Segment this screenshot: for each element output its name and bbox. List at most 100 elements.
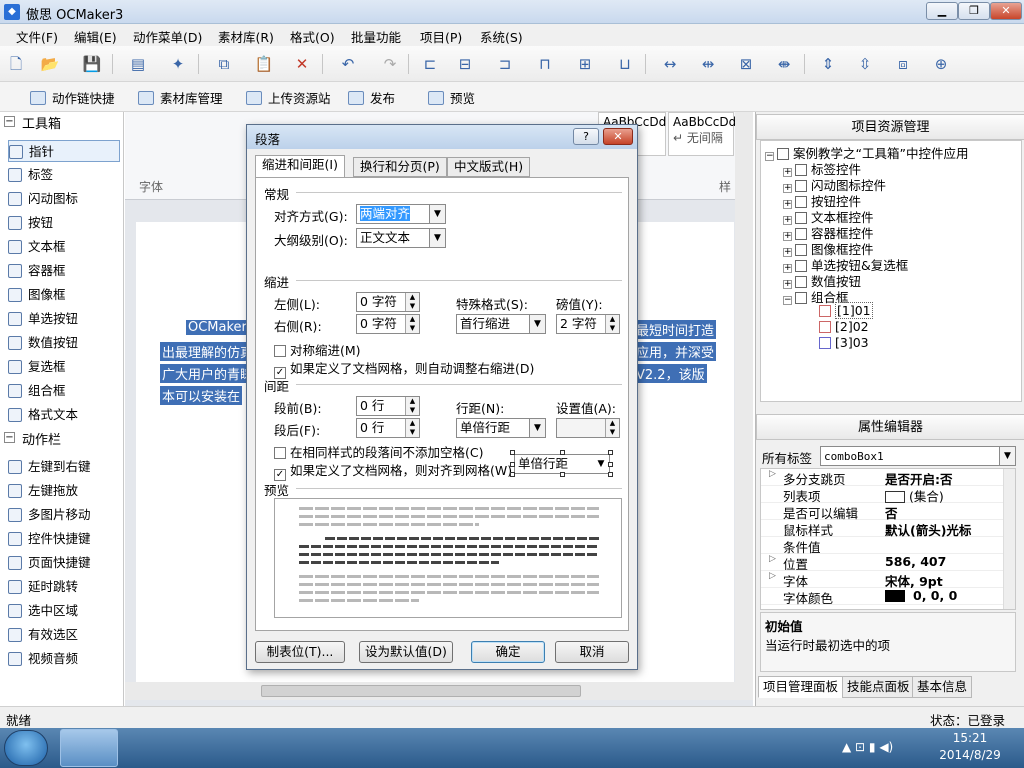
- action-valid-region[interactable]: 有效选区: [8, 624, 120, 646]
- property-grid[interactable]: ▷ 多分支跳页 是否开启:否 列表项 (集合) 是否可以编辑否 鼠标样式 默认(箭头)光…: [760, 468, 1016, 610]
- prop-row-cursor[interactable]: 鼠标样式 默认(箭头)光标: [761, 520, 1003, 538]
- resource-tree[interactable]: − 案例教学之“工具箱”中控件应用 + 标签控件 + 闪动图标控件 + 按钮控件 + 文本…: [760, 140, 1022, 402]
- mirror-indent-checkbox[interactable]: 对称缩进(M): [274, 340, 361, 359]
- redo-icon[interactable]: ↷: [380, 54, 400, 74]
- line-spacing-select[interactable]: 单倍行距 ▼: [456, 418, 546, 438]
- delete-icon[interactable]: ✕: [292, 54, 312, 74]
- property-scrollbar[interactable]: [1003, 469, 1015, 609]
- dialog-close-button[interactable]: ✕: [603, 128, 633, 145]
- no-space-same-style-checkbox[interactable]: 在相同样式的段落间不添加空格(C): [274, 442, 483, 461]
- menu-file[interactable]: 文件(F): [16, 27, 58, 46]
- spacing-at-input[interactable]: ▲ ▼: [556, 418, 620, 438]
- menu-system[interactable]: 系统(S): [480, 27, 523, 46]
- align-top-icon[interactable]: ⊓: [535, 54, 555, 74]
- tab-indent-spacing[interactable]: 缩进和间距(I): [255, 155, 345, 178]
- tool-textbox[interactable]: 文本框: [8, 236, 120, 258]
- bring-front-icon[interactable]: ⧈: [893, 54, 913, 74]
- space-after-input[interactable]: 0 行 ▲ ▼: [356, 418, 420, 438]
- clock[interactable]: 15:21 2014/8/29: [922, 730, 1018, 764]
- minimize-button[interactable]: ▁: [926, 2, 958, 20]
- tool-flash-icon[interactable]: 闪动图标: [8, 188, 120, 210]
- resize-handle[interactable]: [510, 450, 515, 455]
- copy-icon[interactable]: ⧉: [214, 54, 234, 74]
- action-page-hotkey[interactable]: 页面快捷键: [8, 552, 120, 574]
- help-button[interactable]: ?: [573, 128, 599, 145]
- tab-asian-typography[interactable]: 中文版式(H): [447, 157, 531, 177]
- tool-combobox[interactable]: 组合框: [8, 380, 120, 402]
- actions-header[interactable]: − 动作栏: [0, 428, 124, 448]
- v-distribute-icon[interactable]: ⇕: [818, 54, 838, 74]
- prop-row-condition[interactable]: 条件值: [761, 537, 1003, 555]
- tab-basic-info[interactable]: 基本信息: [912, 676, 973, 698]
- prop-row-multibranch[interactable]: ▷ 多分支跳页 是否开启:否: [761, 469, 1003, 487]
- align-center-icon[interactable]: ⊟: [455, 54, 475, 74]
- canvas-horizontal-scrollbar[interactable]: [125, 682, 753, 700]
- tool-image[interactable]: 图像框: [8, 284, 120, 306]
- tool-button[interactable]: 按钮: [8, 212, 120, 234]
- new-file-icon[interactable]: 🗋: [6, 54, 26, 74]
- start-button[interactable]: [4, 730, 48, 766]
- alignment-select[interactable]: 两端对齐 ▼: [356, 204, 446, 224]
- action-delay-jump[interactable]: 延时跳转: [8, 576, 120, 598]
- same-width-icon[interactable]: ↔: [660, 54, 680, 74]
- library-manage-button[interactable]: 素材库管理: [138, 88, 223, 107]
- paste-icon[interactable]: 📋: [254, 54, 274, 74]
- tab-line-page-breaks[interactable]: 换行和分页(P): [353, 157, 447, 177]
- outline-level-select[interactable]: 正文文本 ▼: [356, 228, 446, 248]
- send-back-icon[interactable]: ⊕: [931, 54, 951, 74]
- tab-project-panel[interactable]: 项目管理面板: [758, 676, 844, 698]
- action-chain-shortcut-button[interactable]: 动作链快捷: [30, 88, 115, 107]
- action-drag-drop[interactable]: 左键拖放: [8, 480, 120, 502]
- prop-row-editable[interactable]: 是否可以编辑否: [761, 503, 1003, 521]
- tab-skill-panel[interactable]: 技能点面板: [842, 676, 915, 698]
- tool-pointer[interactable]: 指针: [8, 140, 120, 162]
- tool-numeric[interactable]: 数值按钮: [8, 332, 120, 354]
- same-size-icon[interactable]: ⊠: [736, 54, 756, 74]
- page-icon[interactable]: ▤: [128, 54, 148, 74]
- v-spacing-icon[interactable]: ⇳: [855, 54, 875, 74]
- preview-button[interactable]: 预览: [428, 88, 475, 107]
- tool-container[interactable]: 容器框: [8, 260, 120, 282]
- designer-combobox[interactable]: 单倍行距 ▼: [514, 454, 610, 474]
- prop-row-position[interactable]: ▷ 位置 586, 407: [761, 554, 1003, 572]
- menu-batch[interactable]: 批量功能: [351, 27, 401, 46]
- tree-leaf-3[interactable]: [3]03: [819, 335, 869, 350]
- resize-handle[interactable]: [608, 472, 613, 477]
- tool-richtext[interactable]: 格式文本: [8, 404, 120, 426]
- resize-handle[interactable]: [608, 462, 613, 467]
- tool-label[interactable]: 标签: [8, 164, 120, 186]
- maximize-button[interactable]: ❐: [958, 2, 990, 20]
- publish-button[interactable]: 发布: [348, 88, 395, 107]
- special-format-select[interactable]: 首行缩进 ▼: [456, 314, 546, 334]
- indent-by-input[interactable]: 2 字符 ▲ ▼: [556, 314, 620, 334]
- close-button[interactable]: ✕: [990, 2, 1022, 20]
- canvas-vertical-scrollbar[interactable]: [735, 112, 753, 682]
- auto-adjust-indent-checkbox[interactable]: ✓ 如果定义了文档网格，则自动调整右缩进(D): [274, 358, 534, 379]
- menu-format[interactable]: 格式(O): [290, 27, 335, 46]
- resize-handle[interactable]: [510, 472, 515, 477]
- right-indent-input[interactable]: 0 字符 ▲ ▼: [356, 314, 420, 334]
- tool-radio[interactable]: 单选按钮: [8, 308, 120, 330]
- scroll-thumb[interactable]: [261, 685, 581, 697]
- action-select-region[interactable]: 选中区域: [8, 600, 120, 622]
- tree-leaf-1[interactable]: [1]01: [819, 302, 873, 319]
- resize-handle[interactable]: [560, 450, 565, 455]
- action-left-to-right[interactable]: 左键到右键: [8, 456, 120, 478]
- align-right-icon[interactable]: ⊐: [495, 54, 515, 74]
- upload-resource-button[interactable]: 上传资源站: [246, 88, 331, 107]
- prop-row-items[interactable]: 列表项 (集合): [761, 486, 1003, 504]
- puzzle-icon[interactable]: ✦: [168, 54, 188, 74]
- tool-checkbox[interactable]: 复选框: [8, 356, 120, 378]
- toolbox-header[interactable]: − 工具箱: [0, 112, 124, 132]
- tabs-button[interactable]: 制表位(T)...: [255, 641, 345, 663]
- h-spacing-icon[interactable]: ⇼: [774, 54, 794, 74]
- undo-icon[interactable]: ↶: [338, 54, 358, 74]
- prop-row-font[interactable]: ▷ 字体 宋体, 9pt: [761, 571, 1003, 589]
- menu-action[interactable]: 动作菜单(D): [133, 27, 202, 46]
- align-bottom-icon[interactable]: ⊔: [615, 54, 635, 74]
- menu-edit[interactable]: 编辑(E): [74, 27, 117, 46]
- taskbar-app-ocmaker[interactable]: [60, 729, 118, 767]
- prop-row-font-color[interactable]: 字体颜色 0, 0, 0: [761, 588, 1003, 606]
- same-height-icon[interactable]: ⇹: [698, 54, 718, 74]
- resize-handle[interactable]: [560, 472, 565, 477]
